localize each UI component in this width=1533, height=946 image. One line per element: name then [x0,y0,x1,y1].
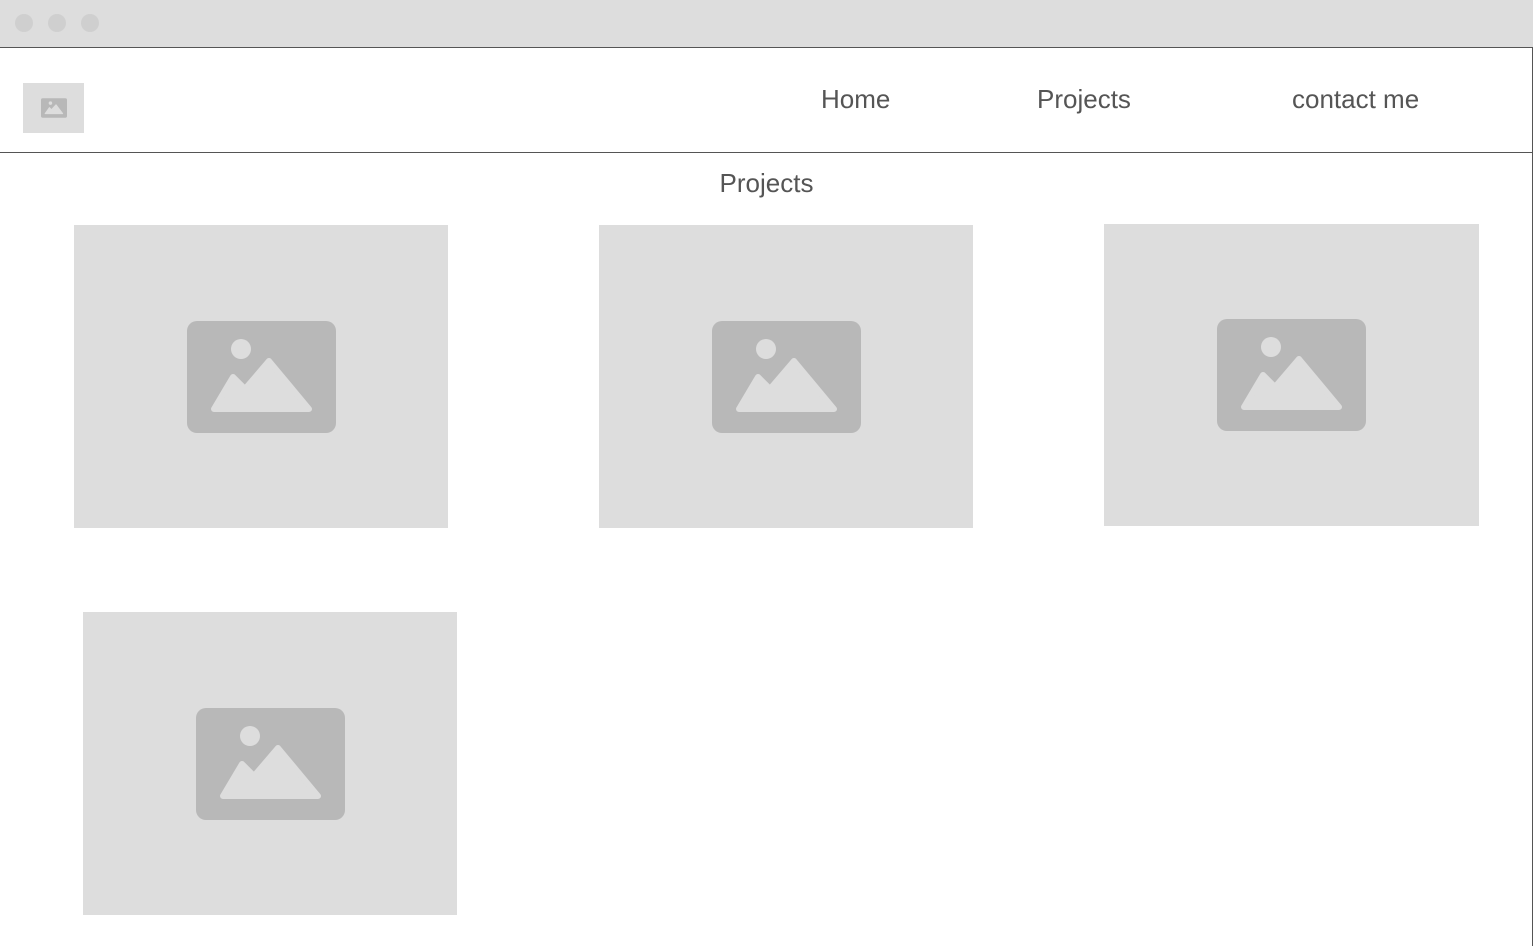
image-placeholder-icon [711,320,861,433]
browser-window: Home Projects contact me Projects [0,0,1533,946]
nav-contact-link[interactable]: contact me [1292,83,1419,115]
page-title: Projects [719,168,814,198]
maximize-dot[interactable] [81,14,99,32]
project-card-3[interactable] [1104,224,1479,526]
nav-home-link[interactable]: Home [821,83,890,115]
project-card-2[interactable] [599,225,973,528]
minimize-dot[interactable] [48,14,66,32]
image-placeholder-icon [186,320,336,433]
project-card-4[interactable] [83,612,457,915]
project-card-1[interactable] [74,225,448,528]
close-dot[interactable] [15,14,33,32]
image-placeholder-icon [1217,319,1366,431]
window-titlebar [0,0,1533,48]
site-logo[interactable] [23,83,84,133]
image-placeholder-icon [195,707,345,820]
nav-projects-link[interactable]: Projects [1037,83,1131,115]
image-placeholder-icon [40,98,67,118]
